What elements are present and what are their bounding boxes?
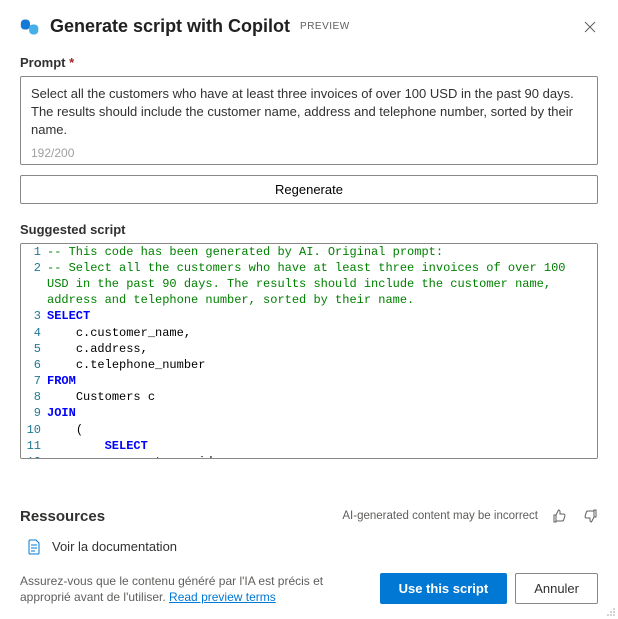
- documentation-link-label: Voir la documentation: [52, 539, 177, 554]
- header: Generate script with Copilot PREVIEW: [0, 0, 618, 51]
- body: Prompt * Select all the customers who ha…: [0, 51, 618, 490]
- line-number: 2: [21, 260, 47, 276]
- thumbs-down-icon[interactable]: [582, 508, 598, 524]
- line-number: 12: [21, 454, 47, 459]
- line-number: 8: [21, 389, 47, 405]
- prompt-input[interactable]: Select all the customers who have at lea…: [20, 76, 598, 165]
- code-line: 7FROM: [21, 373, 597, 389]
- code-line: 10 (: [21, 422, 597, 438]
- regenerate-button[interactable]: Regenerate: [20, 175, 598, 204]
- documentation-link[interactable]: Voir la documentation: [26, 539, 598, 555]
- code-text: Customers c: [47, 389, 597, 405]
- code-text: c.telephone_number: [47, 357, 597, 373]
- code-text: c.address,: [47, 341, 597, 357]
- line-number: 1: [21, 244, 47, 260]
- code-text: c.customer_name,: [47, 325, 597, 341]
- line-number: 3: [21, 308, 47, 324]
- code-text: -- Select all the customers who have at …: [47, 260, 597, 309]
- code-text: JOIN: [47, 405, 597, 421]
- copilot-pane: Generate script with Copilot PREVIEW Pro…: [0, 0, 618, 619]
- code-line: 11 SELECT: [21, 438, 597, 454]
- ai-warning-note: AI-generated content may be incorrect: [342, 510, 538, 522]
- code-text: FROM: [47, 373, 597, 389]
- line-number: 6: [21, 357, 47, 373]
- code-text: SELECT: [47, 308, 597, 324]
- code-text: SELECT: [47, 438, 597, 454]
- code-line: 5 c.address,: [21, 341, 597, 357]
- code-line: 3SELECT: [21, 308, 597, 324]
- footer-actions: Assurez-vous que le contenu généré par l…: [20, 573, 598, 605]
- code-line: 6 c.telephone_number: [21, 357, 597, 373]
- prompt-text[interactable]: Select all the customers who have at lea…: [31, 85, 587, 140]
- code-text: -- This code has been generated by AI. O…: [47, 244, 597, 260]
- required-asterisk: *: [69, 55, 74, 70]
- preview-badge: PREVIEW: [300, 21, 350, 32]
- thumbs-up-icon[interactable]: [552, 508, 568, 524]
- line-number: 4: [21, 325, 47, 341]
- prompt-label: Prompt *: [20, 55, 598, 70]
- code-line: 4 c.customer_name,: [21, 325, 597, 341]
- resources-row: Ressources AI-generated content may be i…: [20, 508, 598, 525]
- prompt-counter: 192/200: [31, 146, 587, 160]
- suggested-script-editor[interactable]: 1-- This code has been generated by AI. …: [20, 243, 598, 459]
- code-line: 12 customer_id: [21, 454, 597, 459]
- preview-terms-link[interactable]: Read preview terms: [169, 590, 276, 604]
- footer: Ressources AI-generated content may be i…: [0, 490, 618, 619]
- line-number: 5: [21, 341, 47, 357]
- ai-accuracy-warning: Assurez-vous que le contenu généré par l…: [20, 573, 372, 605]
- suggested-script-label: Suggested script: [20, 222, 598, 237]
- code-text: (: [47, 422, 597, 438]
- line-number: 11: [21, 438, 47, 454]
- code-line: 9JOIN: [21, 405, 597, 421]
- line-number: 7: [21, 373, 47, 389]
- resize-handle-icon[interactable]: [606, 607, 616, 617]
- line-number: 9: [21, 405, 47, 421]
- use-script-button[interactable]: Use this script: [380, 573, 508, 604]
- page-title: Generate script with Copilot: [50, 16, 290, 37]
- code-line: 1-- This code has been generated by AI. …: [21, 244, 597, 260]
- resources-title: Ressources: [20, 508, 105, 525]
- code-line: 8 Customers c: [21, 389, 597, 405]
- code-text: customer_id: [47, 454, 597, 459]
- cancel-button[interactable]: Annuler: [515, 573, 598, 604]
- line-number: 10: [21, 422, 47, 438]
- close-icon[interactable]: [582, 19, 598, 35]
- document-icon: [26, 539, 42, 555]
- code-line: 2-- Select all the customers who have at…: [21, 260, 597, 309]
- copilot-icon: [20, 17, 40, 37]
